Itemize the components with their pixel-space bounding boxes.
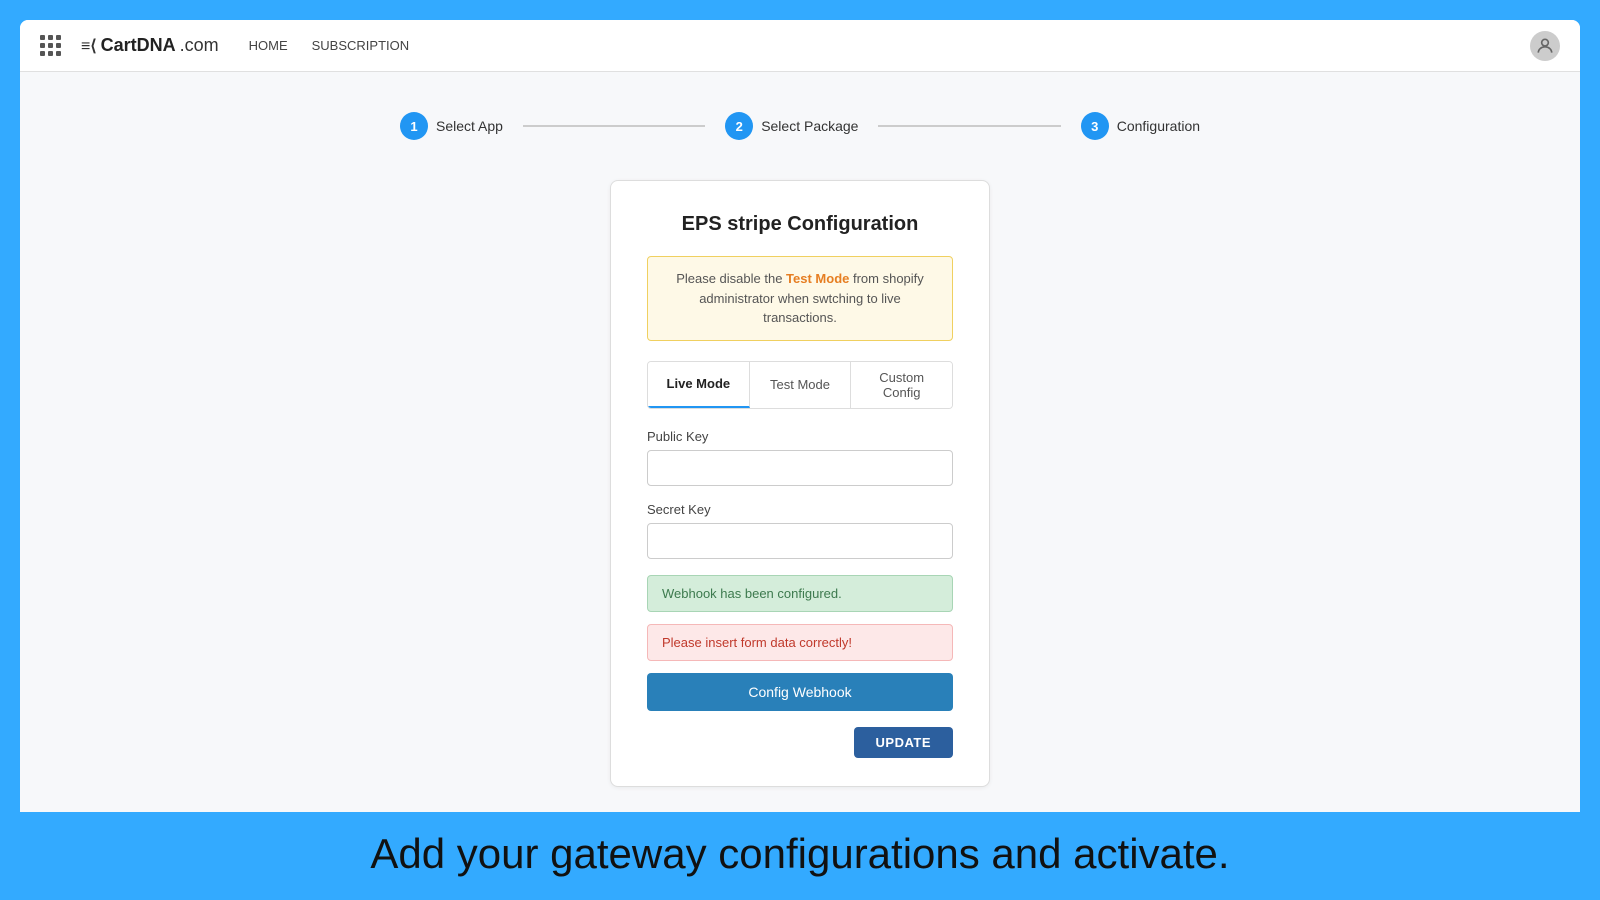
step-1-label: Select App <box>436 118 503 134</box>
tab-test-mode[interactable]: Test Mode <box>750 362 852 408</box>
tab-custom-config[interactable]: Custom Config <box>851 362 952 408</box>
error-banner: Please insert form data correctly! <box>647 624 953 661</box>
step-2-circle: 2 <box>725 112 753 140</box>
brand-icon: ≡⟨ <box>81 36 97 56</box>
public-key-label: Public Key <box>647 429 953 444</box>
step-3-label: Configuration <box>1117 118 1200 134</box>
public-key-input[interactable] <box>647 450 953 486</box>
config-webhook-button[interactable]: Config Webhook <box>647 673 953 711</box>
caption-text: Add your gateway configurations and acti… <box>370 830 1229 877</box>
configuration-card: EPS stripe Configuration Please disable … <box>610 180 990 787</box>
step-2-label: Select Package <box>761 118 858 134</box>
mode-tabs: Live Mode Test Mode Custom Config <box>647 361 953 409</box>
nav-home[interactable]: HOME <box>249 38 288 53</box>
public-key-group: Public Key <box>647 429 953 486</box>
step-3-circle: 3 <box>1081 112 1109 140</box>
page-content: 1 Select App 2 Select Package 3 Configur… <box>20 72 1580 812</box>
nav-subscription[interactable]: SUBSCRIPTION <box>312 38 410 53</box>
grid-menu-icon[interactable] <box>40 35 61 56</box>
step-2: 2 Select Package <box>725 112 858 140</box>
bottom-caption: Add your gateway configurations and acti… <box>0 812 1600 900</box>
step-line-1 <box>523 125 705 127</box>
user-avatar[interactable] <box>1530 31 1560 61</box>
tab-live-mode[interactable]: Live Mode <box>648 362 750 408</box>
step-1-circle: 1 <box>400 112 428 140</box>
warning-text-prefix: Please disable the <box>676 271 786 286</box>
stepper: 1 Select App 2 Select Package 3 Configur… <box>400 112 1200 140</box>
update-button[interactable]: UPDATE <box>854 727 953 758</box>
secret-key-label: Secret Key <box>647 502 953 517</box>
success-message: Webhook has been configured. <box>662 586 842 601</box>
step-3: 3 Configuration <box>1081 112 1200 140</box>
error-message: Please insert form data correctly! <box>662 635 852 650</box>
nav-links: HOME SUBSCRIPTION <box>249 38 410 53</box>
brand-logo: ≡⟨ CartDNA.com <box>81 35 219 56</box>
success-banner: Webhook has been configured. <box>647 575 953 612</box>
card-title: EPS stripe Configuration <box>647 213 953 236</box>
step-1: 1 Select App <box>400 112 503 140</box>
warning-highlight: Test Mode <box>786 271 849 286</box>
warning-text-mid: from shopify <box>849 271 923 286</box>
step-line-2 <box>878 125 1060 127</box>
brand-name: CartDNA <box>101 35 176 56</box>
navbar: ≡⟨ CartDNA.com HOME SUBSCRIPTION <box>20 20 1580 72</box>
brand-suffix: .com <box>180 35 219 56</box>
warning-banner: Please disable the Test Mode from shopif… <box>647 256 953 341</box>
warning-text-suffix: administrator when swtching to live tran… <box>699 291 901 326</box>
secret-key-group: Secret Key <box>647 502 953 559</box>
secret-key-input[interactable] <box>647 523 953 559</box>
